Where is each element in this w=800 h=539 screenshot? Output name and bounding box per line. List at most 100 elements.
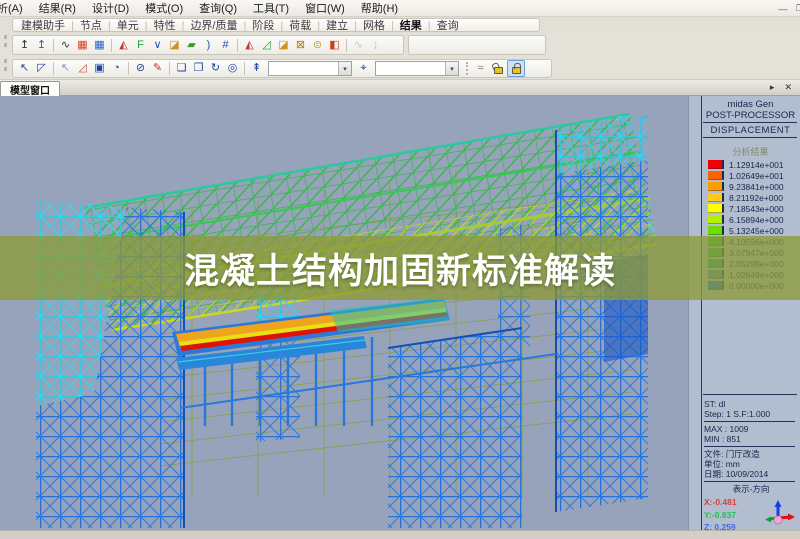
tab-model-window[interactable]: 模型窗口 xyxy=(0,81,60,96)
curvature-results-icon[interactable]: ) xyxy=(200,37,217,53)
search-displacement-icon[interactable]: ▦ xyxy=(91,37,108,53)
tab-controls: ▸ ✕ xyxy=(770,82,792,93)
moving-tracer-icon: ↨ xyxy=(367,37,384,53)
tab-mesh[interactable]: 网格 xyxy=(363,18,400,32)
tab-load[interactable]: 荷载 xyxy=(289,18,326,32)
truss-forces-icon[interactable]: ◭ xyxy=(115,37,132,53)
select-single-icon[interactable]: ↖ xyxy=(16,61,33,77)
beam-forces-icon[interactable]: F xyxy=(132,37,149,53)
legend-value: 1.02649e+001 xyxy=(729,171,784,181)
menu-design[interactable]: 设计(D) xyxy=(84,0,137,16)
chevron-down-icon[interactable]: ▾ xyxy=(445,62,458,75)
lock-icon[interactable] xyxy=(507,60,525,77)
tab-close-icon[interactable]: ✕ xyxy=(784,82,792,93)
restore-button[interactable]: ❐ xyxy=(794,3,800,14)
deactivate-icon[interactable]: ❐ xyxy=(190,61,207,77)
legend-swatch xyxy=(708,215,724,224)
menu-help[interactable]: 帮助(H) xyxy=(353,0,406,16)
toolbar-separator xyxy=(237,39,238,52)
menu-window[interactable]: 窗口(W) xyxy=(297,0,353,16)
panel-divider xyxy=(701,96,702,530)
toolbar-separator xyxy=(128,62,129,75)
zoom-toggle-icon[interactable]: ⇞ xyxy=(248,61,265,77)
node-stresses-icon[interactable]: ⊜ xyxy=(309,37,326,53)
target-point-icon[interactable]: ⌖ xyxy=(355,61,372,77)
plane-stresses-icon[interactable]: ◪ xyxy=(275,37,292,53)
menu-items: 析(A)结果(R)设计(D)模式(O)查询(Q)工具(T)窗口(W)帮助(H) xyxy=(0,0,406,16)
results-toolbar-panel: ↥↥∿▦▦◭F∨◪▰)#◭◿◪⊠⊜◧∿↨ xyxy=(12,35,404,55)
reactions-icon[interactable]: ↥ xyxy=(16,37,33,53)
beam-stresses-icon[interactable]: ◿ xyxy=(258,37,275,53)
legend-swatch xyxy=(708,204,724,213)
toolbar-grip[interactable] xyxy=(4,59,8,71)
toolbar-separator xyxy=(346,39,347,52)
tab-node[interactable]: 节点 xyxy=(80,18,117,32)
tab-build[interactable]: 建立 xyxy=(326,18,363,32)
model-viewport[interactable] xyxy=(0,96,690,530)
legend-value: 8.21192e+000 xyxy=(729,193,783,203)
tab-element[interactable]: 单元 xyxy=(117,18,154,32)
legend-row: 1.12914e+001 xyxy=(708,159,784,170)
activate-identity-icon[interactable]: ↻ xyxy=(207,61,224,77)
toolbar-separator xyxy=(169,62,170,75)
menu-results[interactable]: 结果(R) xyxy=(31,0,84,16)
tab-boundary-mass[interactable]: 边界/质量 xyxy=(190,18,252,32)
tab-property[interactable]: 特性 xyxy=(154,18,191,32)
activate-icon[interactable]: ❏ xyxy=(173,61,190,77)
tab-modeling-assistant[interactable]: 建模助手 xyxy=(21,18,80,32)
displacement-contour-icon[interactable]: ▦ xyxy=(74,37,91,53)
unselect-single-icon[interactable]: ↖ xyxy=(57,61,74,77)
toolbar-grip[interactable] xyxy=(4,35,8,47)
menu-mode[interactable]: 模式(O) xyxy=(137,0,191,16)
beam-diagrams-icon[interactable]: ∨ xyxy=(149,37,166,53)
menu-query[interactable]: 查询(Q) xyxy=(191,0,245,16)
tab-scroll-right-icon[interactable]: ▸ xyxy=(770,82,775,93)
selection-toolbar-panel: ↖◸↖◿▣◔⊘✎❏❐↻◎⇞ ▾ ⌖ ▾ ≈ xyxy=(12,59,552,78)
solid-stresses-icon[interactable]: ⊠ xyxy=(292,37,309,53)
legend-value: 7.18543e+000 xyxy=(729,204,784,214)
mode-label: POST-PROCESSOR xyxy=(703,110,798,121)
activate-all-icon[interactable]: ◎ xyxy=(224,61,241,77)
truss-stresses-icon[interactable]: ◭ xyxy=(241,37,258,53)
selection-icons: ↖◸↖◿▣◔⊘✎❏❐↻◎⇞ xyxy=(16,61,265,77)
brand-label: midas Gen xyxy=(703,99,798,110)
plate-forces-icon[interactable]: ◪ xyxy=(166,37,183,53)
search-reactions-icon[interactable]: ↥ xyxy=(33,37,50,53)
tab-stage[interactable]: 阶段 xyxy=(252,18,289,32)
unselect-window-icon[interactable]: ◿ xyxy=(74,61,91,77)
model-3d-view xyxy=(0,96,690,530)
select-identity-icon[interactable]: ▣ xyxy=(91,61,108,77)
legend-value: 6.15894e+000 xyxy=(729,215,784,225)
select-recent-icon[interactable]: ◔ xyxy=(108,61,125,77)
legend-row: 6.15894e+000 xyxy=(708,214,784,225)
legend-value: 5.13245e+000 xyxy=(729,226,784,236)
tab-query[interactable]: 查询 xyxy=(437,18,459,32)
plane-stress-forces-icon[interactable]: ▰ xyxy=(183,37,200,53)
plane-selection-combo[interactable]: ▾ xyxy=(375,61,459,76)
chevron-down-icon[interactable]: ▾ xyxy=(338,62,351,75)
legend-swatch xyxy=(708,171,724,180)
select-intersect-icon[interactable]: ⊘ xyxy=(132,61,149,77)
view-direction-label: 表示-方向 xyxy=(704,484,798,494)
minimize-button[interactable]: — xyxy=(777,4,789,14)
legend-swatch xyxy=(708,182,724,191)
deformed-shape-icon[interactable]: ∿ xyxy=(57,37,74,53)
post-processor-panel: midas Gen POST-PROCESSOR DISPLACEMENT 分析… xyxy=(688,96,800,530)
toolbar-empty-area xyxy=(408,35,546,55)
view-tab-bar: 模型窗口 ▸ ✕ xyxy=(0,80,800,96)
named-selection-combo[interactable]: ▾ xyxy=(268,61,352,76)
menu-analysis[interactable]: 析(A) xyxy=(0,0,31,16)
toolbar-separator xyxy=(53,39,54,52)
polygon-edit-icon[interactable]: ✎ xyxy=(149,61,166,77)
tab-results[interactable]: 结果 xyxy=(400,18,437,32)
menu-tools[interactable]: 工具(T) xyxy=(245,0,297,16)
frame-results-icon[interactable]: # xyxy=(217,37,234,53)
divider xyxy=(703,137,797,138)
unlock-icon[interactable] xyxy=(489,60,507,77)
select-window-icon[interactable]: ◸ xyxy=(33,61,50,77)
view-vector-y: Y:-0.837 xyxy=(704,509,737,522)
toolbar-separator xyxy=(466,62,468,75)
toolbar-separator xyxy=(244,62,245,75)
solid-results-icon[interactable]: ◧ xyxy=(326,37,343,53)
max-node-label: MAX : 1009 xyxy=(704,424,798,434)
